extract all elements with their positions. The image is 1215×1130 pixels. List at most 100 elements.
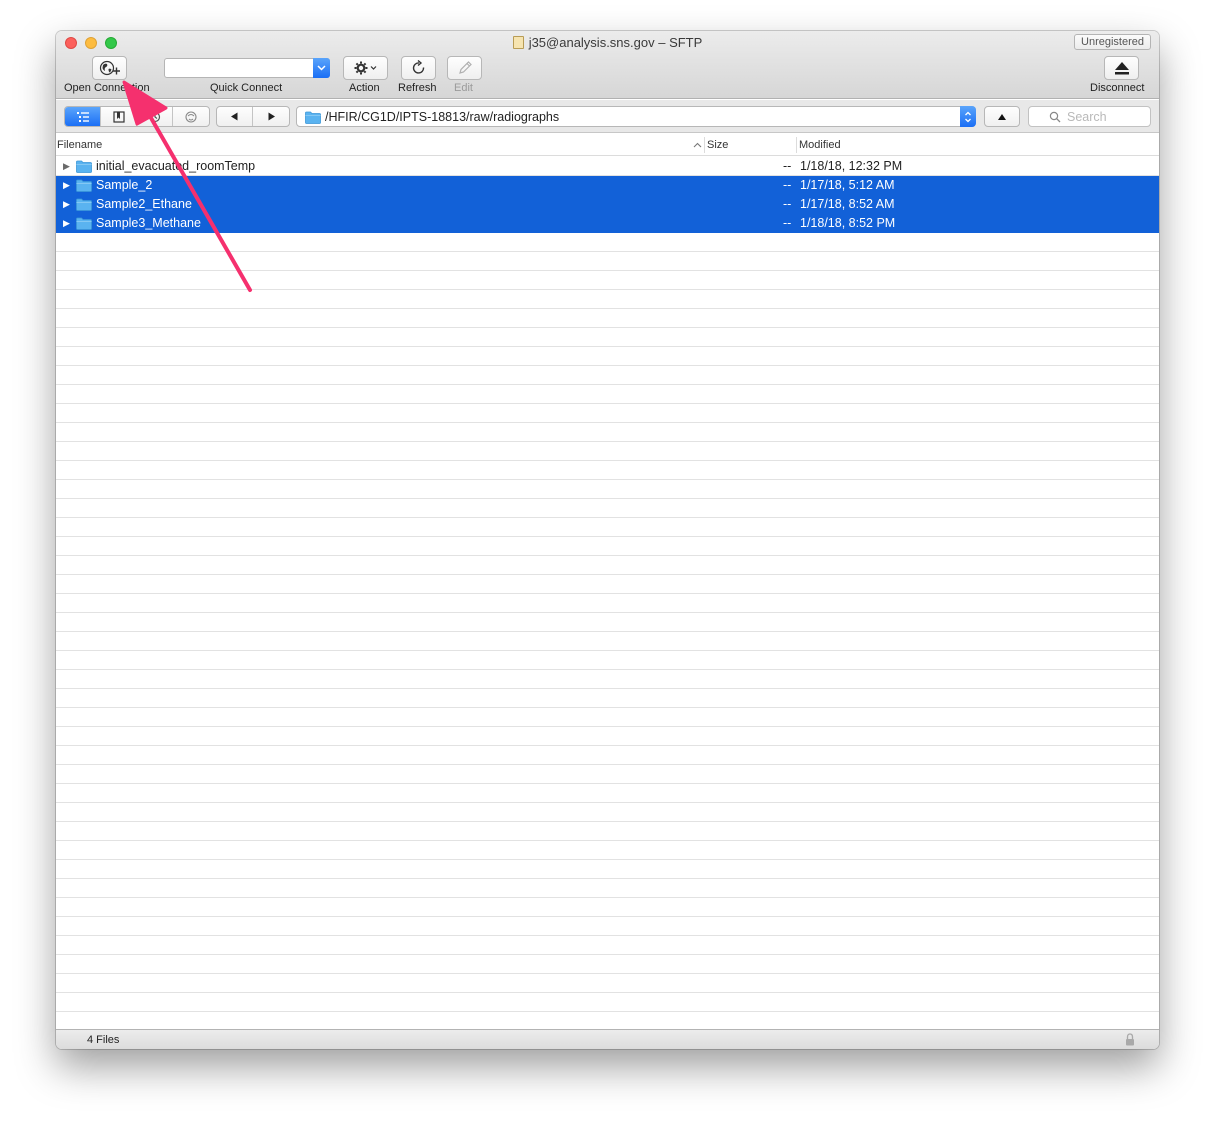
column-header: Filename Size Modified [56,134,1159,156]
document-icon [512,36,524,49]
forward-button[interactable] [253,107,289,126]
browser-view-button[interactable] [65,107,101,126]
empty-row [56,290,1159,309]
quick-connect-input[interactable] [169,61,309,75]
edit-button[interactable] [447,56,482,80]
refresh-button[interactable] [401,56,436,80]
window-title: j35@analysis.sns.gov – SFTP [56,35,1159,50]
empty-row [56,727,1159,746]
quick-connect-combobox[interactable] [164,58,330,78]
folder-icon [76,198,92,214]
file-count: 4 Files [87,1034,120,1046]
empty-row [56,670,1159,689]
window-title-text: j35@analysis.sns.gov – SFTP [528,35,703,50]
file-name: Sample_2 [96,178,153,192]
folder-icon [76,217,92,233]
empty-row [56,898,1159,917]
file-modified: 1/18/18, 8:52 PM [800,216,896,230]
edit-label: Edit [454,82,473,94]
empty-row [56,461,1159,480]
up-icon [998,113,1006,120]
disconnect-label: Disconnect [1090,82,1145,94]
file-modified: 1/17/18, 8:52 AM [800,197,895,211]
filename-column-header[interactable]: Filename [57,139,102,151]
path-popup[interactable]: /HFIR/CG1D/IPTS-18813/raw/radiographs [296,106,976,127]
folder-icon [76,179,92,195]
unregistered-button[interactable]: Unregistered [1074,34,1151,50]
parent-directory-button[interactable] [984,106,1020,127]
bookmark-icon [112,110,125,123]
history-view-button[interactable] [137,107,173,126]
empty-row [56,993,1159,1012]
folder-icon [305,111,321,124]
file-row[interactable]: ▶ Sample2_Ethane -- 1/17/18, 8:52 AM [56,195,1159,214]
empty-row [56,784,1159,803]
titlebar: j35@analysis.sns.gov – SFTP Unregistered… [56,31,1159,99]
empty-row [56,309,1159,328]
folder-icon [76,160,92,176]
empty-row [56,575,1159,594]
path-dropdown[interactable] [960,106,976,127]
empty-row [56,385,1159,404]
column-separator[interactable] [796,137,797,153]
search-input[interactable] [1067,109,1147,124]
empty-row [56,746,1159,765]
file-size: -- [783,159,792,173]
file-row[interactable]: ▶ Sample_2 -- 1/17/18, 5:12 AM [56,176,1159,195]
empty-row [56,841,1159,860]
sftp-window: j35@analysis.sns.gov – SFTP Unregistered… [56,31,1159,1049]
empty-row [56,689,1159,708]
history-navigation-control [216,106,290,127]
column-separator[interactable] [704,137,705,153]
open-connection-button[interactable] [92,56,127,80]
action-label: Action [349,82,380,94]
refresh-icon [412,60,424,74]
file-modified: 1/17/18, 5:12 AM [800,178,895,192]
bonjour-view-button[interactable] [173,107,209,126]
disclosure-triangle-icon[interactable]: ▶ [63,161,70,172]
browser-mode-segmented-control [64,106,210,127]
file-name: initial_evacuated_roomTemp [96,159,256,173]
forward-icon [268,112,275,121]
file-size: -- [783,197,792,211]
sort-ascending-icon [693,142,702,148]
file-list: ▶ initial_evacuated_roomTemp -- 1/18/18, 12… [56,157,1159,1029]
empty-row [56,404,1159,423]
bookmarks-view-button[interactable] [101,107,137,126]
empty-row [56,480,1159,499]
empty-row [56,613,1159,632]
disconnect-button[interactable] [1104,56,1139,80]
eject-icon [1114,62,1129,75]
file-row[interactable]: ▶ Sample3_Methane -- 1/18/18, 8:52 PM [56,214,1159,233]
disclosure-triangle-icon[interactable]: ▶ [63,199,70,210]
lock-icon [1126,1033,1134,1046]
empty-row [56,442,1159,461]
empty-row [56,632,1159,651]
empty-row [56,252,1159,271]
up-down-chevron-icon [965,111,971,122]
empty-row [56,518,1159,537]
size-column-header[interactable]: Size [707,139,728,151]
empty-row [56,271,1159,290]
empty-row [56,423,1159,442]
empty-row [56,936,1159,955]
back-icon [231,112,238,121]
file-row[interactable]: ▶ initial_evacuated_roomTemp -- 1/18/18, 12… [56,157,1159,176]
disclosure-triangle-icon[interactable]: ▶ [63,180,70,191]
refresh-label: Refresh [398,82,437,94]
gear-icon [354,61,376,75]
quick-connect-dropdown[interactable] [313,58,330,78]
navigation-bar: /HFIR/CG1D/IPTS-18813/raw/radiographs [56,100,1159,133]
action-button[interactable] [343,56,388,80]
search-icon [1049,111,1061,123]
quick-connect-label: Quick Connect [210,82,283,94]
empty-row [56,955,1159,974]
empty-row [56,233,1159,252]
modified-column-header[interactable]: Modified [799,139,841,151]
disclosure-triangle-icon[interactable]: ▶ [63,218,70,229]
empty-row [56,537,1159,556]
empty-row [56,879,1159,898]
empty-row [56,556,1159,575]
back-button[interactable] [217,107,253,126]
search-field[interactable] [1028,106,1151,127]
